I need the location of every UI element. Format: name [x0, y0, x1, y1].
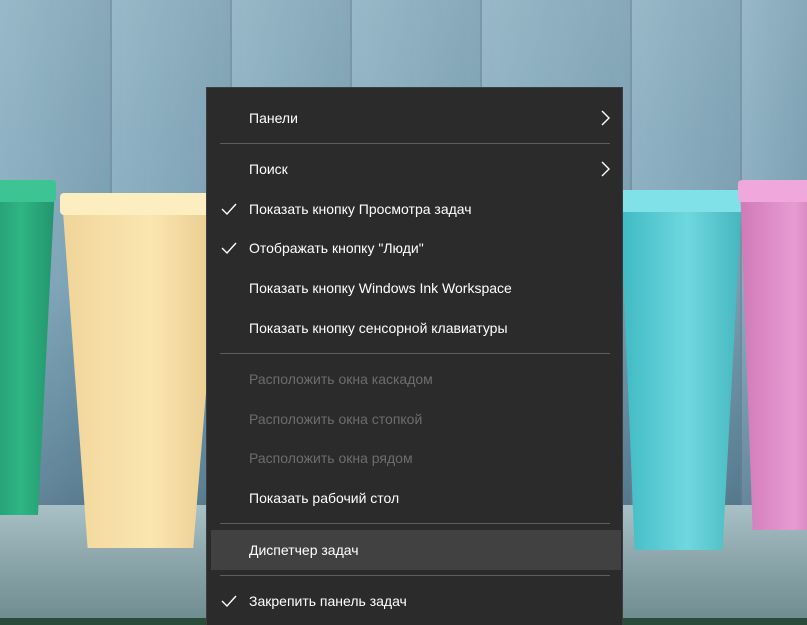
pink-pot-rim [738, 180, 807, 202]
menu-separator [220, 353, 610, 354]
taskbar-context-menu: Панели Поиск Показать кнопку Просмотра з… [206, 87, 623, 625]
menu-item-label: Показать рабочий стол [249, 490, 400, 506]
menu-item-show-task-view-button[interactable]: Показать кнопку Просмотра задач [207, 189, 622, 229]
menu-item-search[interactable]: Поиск [207, 149, 622, 189]
menu-separator [220, 575, 610, 576]
menu-item-label: Расположить окна каскадом [249, 371, 433, 387]
menu-item-cascade-windows[interactable]: Расположить окна каскадом [207, 359, 622, 399]
menu-item-show-touch-keyboard-button[interactable]: Показать кнопку сенсорной клавиатуры [207, 308, 622, 348]
menu-item-show-people-button[interactable]: Отображать кнопку "Люди" [207, 228, 622, 268]
menu-separator [220, 523, 610, 524]
menu-item-side-by-side-windows[interactable]: Расположить окна рядом [207, 438, 622, 478]
menu-item-stack-windows[interactable]: Расположить окна стопкой [207, 399, 622, 439]
checkmark-icon [221, 595, 237, 608]
chevron-right-icon [601, 161, 610, 177]
menu-item-label: Закрепить панель задач [249, 593, 407, 609]
checkmark-icon [221, 242, 237, 255]
menu-item-label: Диспетчер задач [249, 542, 359, 558]
checkmark-icon [221, 203, 237, 216]
menu-item-label: Расположить окна рядом [249, 450, 413, 466]
menu-item-label: Отображать кнопку "Люди" [249, 240, 424, 256]
green-pot-rim [0, 180, 56, 202]
menu-item-toolbars[interactable]: Панели [207, 98, 622, 138]
chevron-right-icon [601, 110, 610, 126]
menu-item-show-desktop[interactable]: Показать рабочий стол [207, 478, 622, 518]
menu-item-label: Панели [249, 110, 298, 126]
menu-item-task-manager[interactable]: Диспетчер задач [211, 530, 621, 570]
menu-item-lock-taskbar[interactable]: Закрепить панель задач [207, 581, 622, 621]
teal-pot-rim [618, 190, 744, 212]
menu-item-label: Расположить окна стопкой [249, 411, 423, 427]
menu-separator [220, 143, 610, 144]
menu-item-label: Поиск [249, 161, 288, 177]
yellow-pot-rim [60, 193, 225, 215]
teal-pot [620, 195, 742, 550]
desktop-background[interactable]: Панели Поиск Показать кнопку Просмотра з… [0, 0, 807, 625]
menu-item-label: Показать кнопку Просмотра задач [249, 201, 472, 217]
menu-item-label: Показать кнопку Windows Ink Workspace [249, 280, 512, 296]
menu-item-label: Показать кнопку сенсорной клавиатуры [249, 320, 508, 336]
menu-item-show-ink-workspace-button[interactable]: Показать кнопку Windows Ink Workspace [207, 268, 622, 308]
